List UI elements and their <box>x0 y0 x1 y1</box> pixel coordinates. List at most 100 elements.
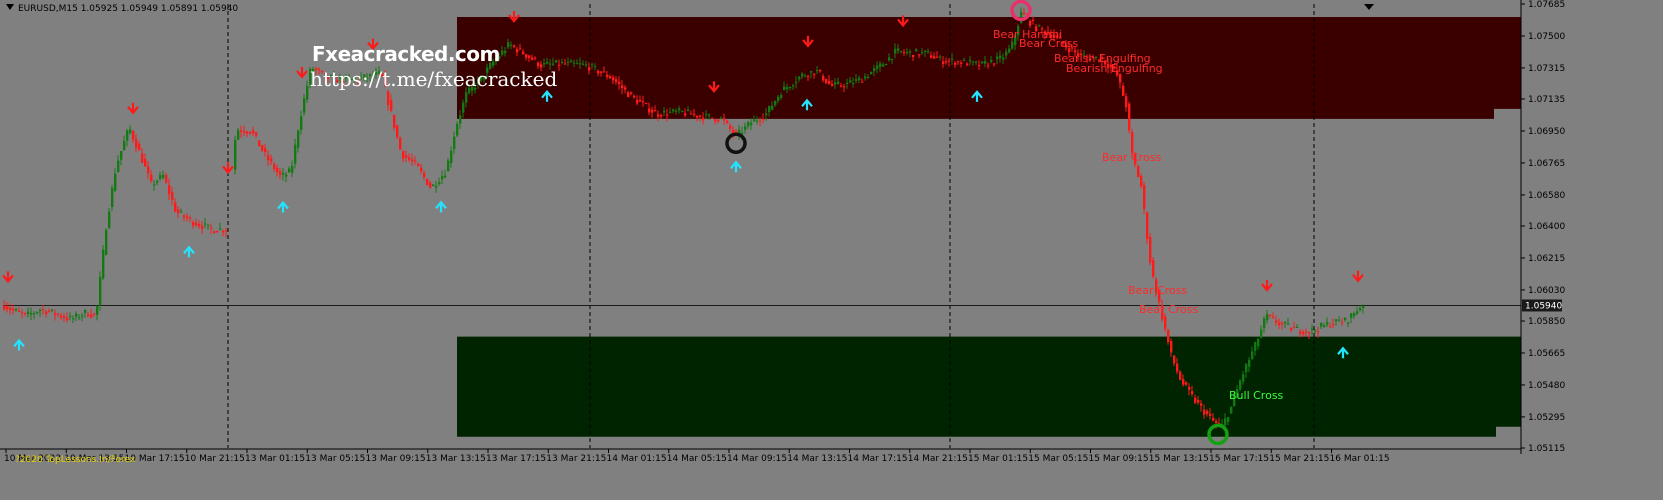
bull-candle <box>1248 359 1251 367</box>
bull-candle <box>1323 325 1326 327</box>
time-tick-label: 15 Mar 17:15 <box>1209 454 1269 464</box>
bear-candle <box>54 313 57 315</box>
bull-candle <box>507 42 510 48</box>
bear-candle <box>279 171 282 175</box>
bear-candle <box>642 101 645 103</box>
bear-candle <box>1299 331 1302 334</box>
bull-candle <box>501 50 504 55</box>
bear-candle <box>531 57 534 60</box>
bear-candle <box>1149 236 1152 263</box>
bear-candle <box>600 71 603 74</box>
bear-candle <box>615 79 618 83</box>
bear-candle <box>1341 322 1344 324</box>
bull-candle <box>753 119 756 122</box>
bull-candle <box>285 174 288 177</box>
mt4-chart-window[interactable]: 1.07685 1.07500 1.07315 1.07135 1.06950 1.067… <box>0 0 1663 500</box>
bull-candle <box>1227 417 1230 422</box>
chart-shift-icon[interactable] <box>1364 4 1374 10</box>
bear-candle <box>1032 19 1035 21</box>
bull-candle <box>162 174 165 178</box>
bear-candle <box>1293 327 1296 329</box>
time-tick-label: 14 Mar 09:15 <box>727 454 787 464</box>
bull-candle <box>963 59 966 61</box>
bull-candle <box>129 129 132 134</box>
bear-candle <box>138 143 141 151</box>
bear-candle <box>42 309 45 311</box>
bear-candle <box>534 57 537 59</box>
bear-candle <box>828 80 831 84</box>
bull-candle <box>294 144 297 164</box>
bear-candle <box>1200 403 1203 406</box>
bull-candle <box>768 105 771 113</box>
sell-arrow-icon <box>127 102 139 115</box>
bull-candle <box>972 61 975 63</box>
bull-candle <box>573 62 576 64</box>
bull-candle <box>1359 307 1362 311</box>
bear-candle <box>264 148 267 152</box>
bear-candle <box>1197 399 1200 403</box>
time-tick-label: 13 Mar 05:15 <box>305 454 365 464</box>
time-tick-label: 15 Mar 09:15 <box>1089 454 1149 464</box>
bear-candle <box>645 102 648 104</box>
bull-candle <box>999 55 1002 59</box>
bull-candle <box>708 114 711 116</box>
bull-candle <box>504 50 507 54</box>
current-price-label: 1.05940 <box>1525 301 1562 311</box>
bear-candle <box>147 166 150 174</box>
bear-candle <box>936 56 939 58</box>
bear-candle <box>1179 371 1182 380</box>
bull-candle <box>435 186 438 188</box>
bull-candle <box>1326 322 1329 325</box>
bear-candle <box>1137 166 1140 178</box>
bear-candle <box>1128 103 1131 131</box>
bear-candle <box>1185 382 1188 385</box>
swing-point-circle-icon <box>725 132 747 154</box>
bull-candle <box>552 63 555 65</box>
bear-candle <box>60 315 63 318</box>
bear-candle <box>1203 409 1206 415</box>
time-tick-label: 15 Mar 21:15 <box>1269 454 1329 464</box>
bull-candle <box>834 82 837 85</box>
bull-candle <box>441 176 444 180</box>
bear-candle <box>654 110 657 112</box>
bear-candle <box>1164 316 1167 329</box>
bull-candle <box>1020 11 1023 24</box>
bear-candle <box>957 61 960 63</box>
bull-candle <box>1008 48 1011 53</box>
bull-candle <box>795 82 798 84</box>
bear-candle <box>240 130 243 132</box>
bull-candle <box>15 309 18 311</box>
sell-arrow-icon <box>1261 279 1273 292</box>
bull-candle <box>810 71 813 73</box>
bear-candle <box>618 81 621 85</box>
bull-candle <box>858 77 861 80</box>
bull-candle <box>297 130 300 148</box>
bear-candle <box>930 55 933 58</box>
bear-candle <box>1269 314 1272 316</box>
bear-candle <box>639 100 642 102</box>
bear-candle <box>201 225 204 229</box>
bull-candle <box>549 63 552 65</box>
bear-candle <box>87 314 90 317</box>
bear-candle <box>93 313 96 315</box>
bear-candle <box>1119 74 1122 83</box>
time-tick-label: 14 Mar 01:15 <box>607 454 667 464</box>
bull-candle <box>465 92 468 103</box>
bull-candle <box>1344 317 1347 320</box>
buy-arrow-icon <box>183 245 195 258</box>
bull-candle <box>1260 329 1263 338</box>
sell-arrow-icon <box>296 66 308 79</box>
bull-candle <box>1347 322 1350 324</box>
bull-candle <box>750 122 753 126</box>
bear-candle <box>225 230 228 232</box>
bear-candle <box>183 215 186 218</box>
bear-candle <box>1308 331 1311 334</box>
time-tick-label: 15 Mar 05:15 <box>1028 454 1088 464</box>
bear-candle <box>246 131 249 134</box>
bull-candle <box>681 110 684 112</box>
bear-candle <box>1188 386 1191 390</box>
bear-candle <box>1182 379 1185 385</box>
price-chart[interactable]: 1.07685 1.07500 1.07315 1.07135 1.06950 1.067… <box>0 0 1663 500</box>
chart-menu-triangle-icon[interactable] <box>6 4 14 10</box>
bull-candle <box>570 60 573 63</box>
